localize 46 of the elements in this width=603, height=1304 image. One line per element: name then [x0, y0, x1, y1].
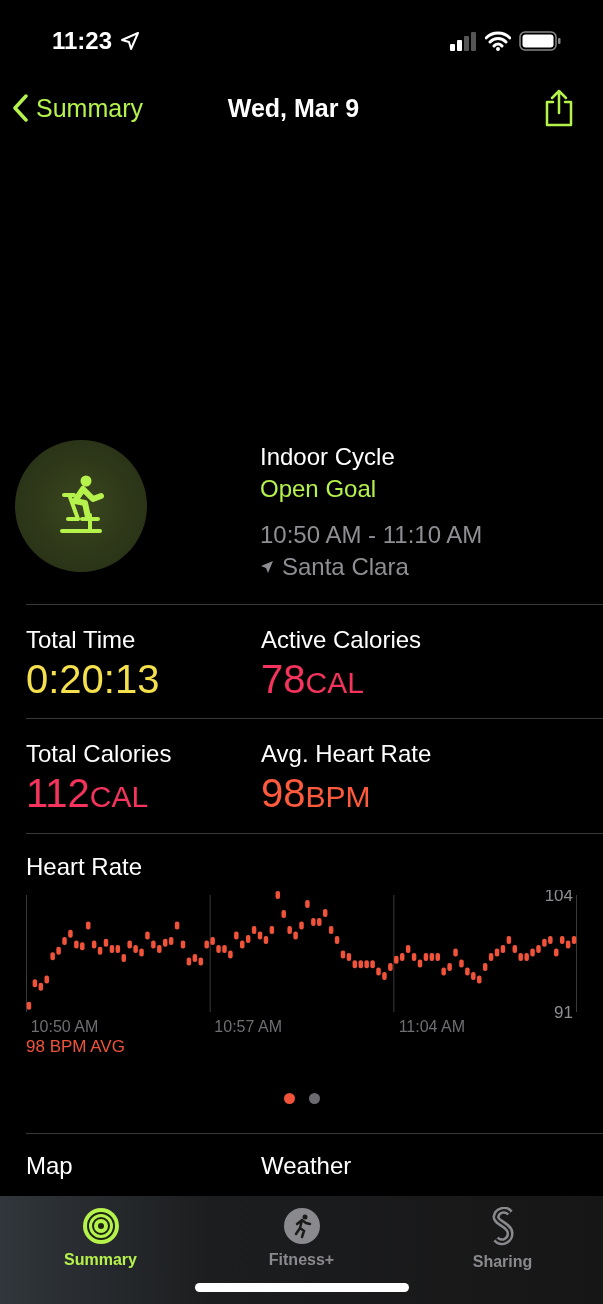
page-dot[interactable] — [308, 1093, 320, 1104]
metric-label: Total Calories — [26, 739, 173, 769]
runner-icon — [282, 1207, 321, 1245]
section-title: Weather — [261, 1152, 353, 1181]
metric-value: 112CAL — [26, 770, 150, 817]
wifi-icon — [485, 31, 511, 51]
heart-rate-point — [174, 921, 180, 930]
metric-value: 98BPM — [261, 770, 372, 817]
axis-label: 10:57 AM — [214, 1018, 282, 1035]
axis-label: 10:50 AM — [30, 1018, 99, 1035]
metric-label: Total Time — [26, 625, 137, 655]
status-time: 11:23 — [52, 27, 113, 55]
heart-rate-point — [26, 1001, 32, 1010]
heart-rate-point — [275, 891, 281, 899]
axis-label: 91 — [554, 1002, 573, 1022]
location-arrow-icon — [260, 560, 274, 574]
workout-goal: Open Goal — [260, 474, 378, 504]
metric-value: 78CAL — [261, 656, 365, 703]
location-arrow-icon — [120, 31, 141, 51]
battery-icon — [519, 31, 561, 51]
workout-name: Indoor Cycle — [260, 442, 396, 472]
tab-bar-item[interactable]: Sharing — [402, 1206, 603, 1284]
metric-label: Avg. Heart Rate — [261, 739, 433, 769]
metric-value: 0:20:13 — [26, 656, 161, 703]
signal-icon — [450, 31, 477, 51]
heart-rate-point — [85, 921, 91, 930]
tab-bar-item[interactable]: Summary — [0, 1206, 201, 1284]
back-button[interactable]: Summary — [12, 93, 143, 123]
heart-rate-point — [180, 940, 186, 949]
heart-rate-point — [305, 900, 310, 908]
metric-label: Active Calories — [261, 625, 423, 655]
back-chevron-icon — [12, 94, 28, 122]
heart-rate-point — [554, 948, 559, 957]
heart-rate-point — [453, 948, 458, 957]
activity-rings-icon — [81, 1207, 120, 1245]
workout-time-range: 10:50 AM - 11:10 AM — [260, 520, 483, 550]
page-dot[interactable] — [283, 1093, 295, 1104]
axis-label: 11:04 AM — [398, 1018, 466, 1035]
tab-bar-item[interactable]: Fitness+ — [201, 1206, 402, 1284]
chart-title: Heart Rate — [26, 852, 144, 882]
workout-location: Santa Clara — [282, 552, 409, 582]
section-title: Map — [26, 1152, 74, 1181]
heart-rate-point — [281, 909, 286, 918]
nav-title: Wed, Mar 9 — [227, 93, 360, 123]
average-heart-rate: 98 BPM AVG — [26, 1037, 126, 1057]
share-button[interactable] — [543, 89, 575, 127]
